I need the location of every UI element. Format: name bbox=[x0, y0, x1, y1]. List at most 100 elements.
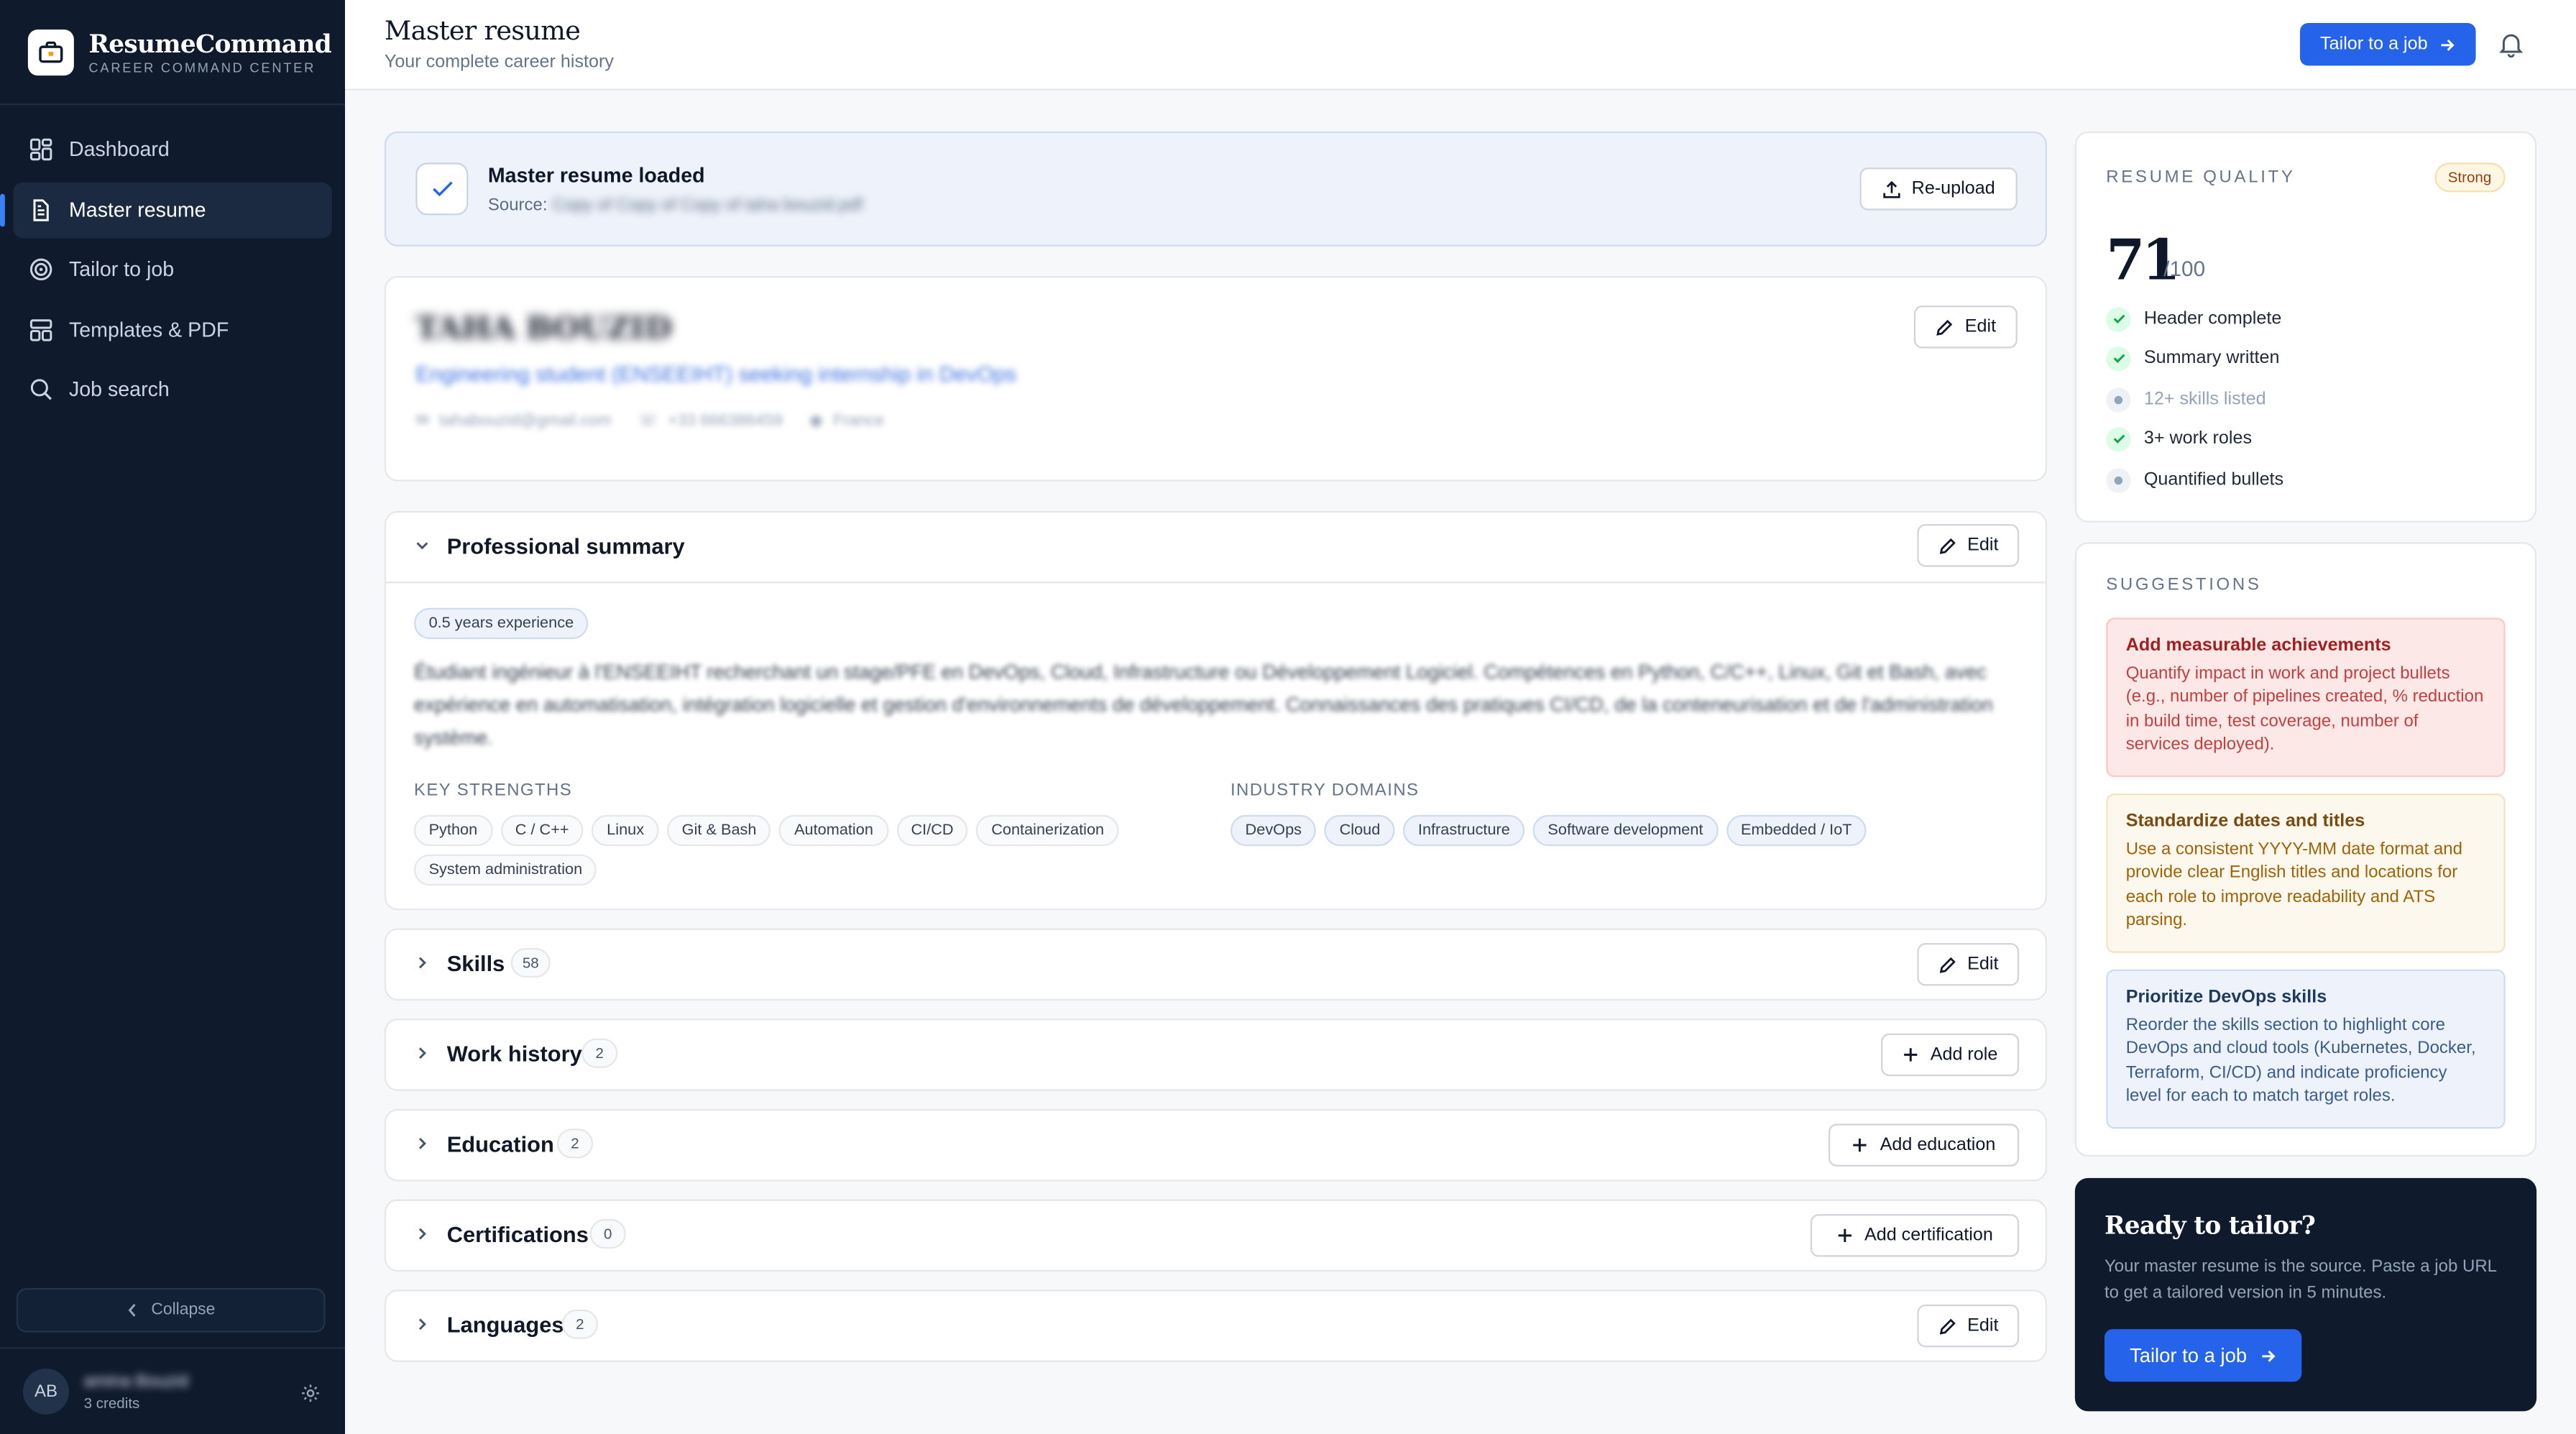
key-strengths-label: KEY STRENGTHS bbox=[413, 780, 573, 801]
tailor-to-job-button[interactable]: Tailor to a job bbox=[2299, 22, 2476, 66]
section-title: Education bbox=[446, 1131, 554, 1157]
certifications-section[interactable]: Certifications 0 Add certification bbox=[384, 1199, 2047, 1272]
edit-skills-button[interactable]: Edit bbox=[1917, 942, 2020, 986]
sidebar-item-label: Dashboard bbox=[68, 137, 170, 161]
sidebar-item-label: Job search bbox=[68, 377, 170, 401]
section-title: Languages bbox=[446, 1313, 564, 1338]
section-count: 2 bbox=[581, 1038, 618, 1068]
domain-chip: Software development bbox=[1532, 814, 1719, 847]
add-role-button[interactable]: Add role bbox=[1881, 1033, 2020, 1077]
phone-icon: ☏ bbox=[637, 412, 658, 431]
section-title: Skills bbox=[446, 951, 505, 976]
section-title: Work history bbox=[446, 1042, 582, 1067]
brand-subtitle: CAREER COMMAND CENTER bbox=[88, 60, 316, 75]
domain-chip: Infrastructure bbox=[1403, 814, 1525, 847]
search-icon bbox=[29, 378, 52, 401]
edit-label: Edit bbox=[1967, 954, 1999, 975]
gear-icon[interactable] bbox=[300, 1382, 320, 1411]
arrow-right-icon bbox=[2260, 1348, 2276, 1363]
domain-chip: Embedded / IoT bbox=[1726, 814, 1867, 847]
industry-domains-label: INDUSTRY DOMAINS bbox=[1230, 780, 1420, 801]
profile-card: TAHA BOUZID Engineering student (ENSEEIH… bbox=[384, 275, 2047, 482]
plus-icon bbox=[1903, 1047, 1919, 1063]
edit-languages-button[interactable]: Edit bbox=[1917, 1304, 2020, 1348]
education-section[interactable]: Education 2 Add education bbox=[384, 1108, 2047, 1182]
collapse-label: Collapse bbox=[151, 1301, 216, 1320]
chevron-down-icon bbox=[414, 537, 431, 553]
resume-loaded-banner: Master resume loaded Source: Copy of Cop… bbox=[384, 131, 2047, 247]
suggestions-label: SUGGESTIONS bbox=[2106, 574, 2262, 595]
strength-chip: System administration bbox=[413, 854, 597, 886]
strength-chip: Git & Bash bbox=[667, 814, 772, 847]
tailor-to-job-button[interactable]: Tailor to a job bbox=[2104, 1329, 2302, 1382]
quality-item-label: Header complete bbox=[2143, 308, 2282, 329]
edit-label: Edit bbox=[1967, 536, 1999, 556]
source-label: Source: bbox=[487, 195, 548, 216]
edit-profile-button[interactable]: Edit bbox=[1913, 305, 2018, 349]
quality-item-label: 12+ skills listed bbox=[2143, 389, 2266, 410]
domain-chips: DevOps Cloud Infrastructure Software dev… bbox=[1230, 814, 2019, 847]
pencil-icon bbox=[1938, 536, 1956, 554]
quality-item: Header complete bbox=[2106, 305, 2281, 332]
sidebar-nav: Dashboard Master resume Tailor to job Te… bbox=[0, 105, 345, 438]
work-history-section[interactable]: Work history 2 Add role bbox=[384, 1019, 2047, 1091]
avatar: AB bbox=[22, 1368, 69, 1415]
pencil-icon bbox=[1936, 318, 1954, 336]
add-certification-button[interactable]: Add certification bbox=[1810, 1214, 2020, 1257]
edit-summary-button[interactable]: Edit bbox=[1917, 524, 2020, 567]
skills-section[interactable]: Skills 58 Edit bbox=[384, 928, 2047, 1001]
reupload-button[interactable]: Re-upload bbox=[1859, 167, 2018, 211]
tailor-label: Tailor to a job bbox=[2129, 1343, 2248, 1367]
sidebar-item-master-resume[interactable]: Master resume bbox=[0, 181, 332, 238]
suggestion-item[interactable]: Standardize dates and titles Use a consi… bbox=[2106, 793, 2506, 953]
chevron-right-icon bbox=[414, 1045, 431, 1062]
quality-item-label: Quantified bullets bbox=[2143, 469, 2284, 490]
suggestion-title: Add measurable achievements bbox=[2125, 635, 2391, 656]
suggestion-body: Reorder the skills section to highlight … bbox=[2125, 1015, 2476, 1106]
sidebar-item-tailor-to-job[interactable]: Tailor to job bbox=[13, 242, 331, 298]
brand[interactable]: ResumeCommand CAREER COMMAND CENTER bbox=[0, 0, 345, 106]
resume-quality-card: RESUME QUALITY Strong 71 /100 Header com… bbox=[2074, 131, 2537, 523]
loaded-title: Master resume loaded bbox=[487, 164, 705, 188]
check-icon bbox=[415, 162, 469, 216]
strength-chip: CI/CD bbox=[896, 814, 969, 847]
user-credits: 3 credits bbox=[83, 1394, 140, 1412]
dashboard-icon bbox=[29, 138, 52, 161]
bell-icon[interactable] bbox=[2499, 31, 2524, 65]
plus-icon bbox=[1852, 1137, 1869, 1154]
section-count: 58 bbox=[510, 947, 551, 978]
domain-chip: Cloud bbox=[1325, 814, 1395, 847]
add-certification-label: Add certification bbox=[1864, 1226, 1993, 1246]
suggestion-title: Standardize dates and titles bbox=[2125, 812, 2365, 832]
add-education-button[interactable]: Add education bbox=[1828, 1123, 2020, 1167]
suggestions-card: SUGGESTIONS Add measurable achievements … bbox=[2074, 542, 2537, 1157]
sidebar-item-templates[interactable]: Templates & PDF bbox=[13, 301, 331, 357]
add-education-label: Add education bbox=[1880, 1135, 1996, 1155]
upload-icon bbox=[1882, 180, 1900, 198]
quality-label: RESUME QUALITY bbox=[2106, 167, 2296, 188]
suggestion-item[interactable]: Prioritize DevOps skills Reorder the ski… bbox=[2106, 969, 2506, 1129]
suggestion-title: Prioritize DevOps skills bbox=[2125, 987, 2327, 1008]
page-title: Master resume bbox=[384, 14, 581, 46]
section-header[interactable]: Professional summary Edit bbox=[386, 513, 2046, 583]
chevron-right-icon bbox=[414, 1135, 431, 1152]
location-icon: ◉ bbox=[809, 412, 824, 431]
sidebar-item-dashboard[interactable]: Dashboard bbox=[13, 121, 331, 178]
sidebar-item-label: Tailor to job bbox=[68, 257, 175, 281]
collapse-button[interactable]: Collapse bbox=[16, 1287, 326, 1333]
target-icon bbox=[29, 258, 52, 281]
suggestion-item[interactable]: Add measurable achievements Quantify imp… bbox=[2106, 617, 2506, 778]
sidebar-item-job-search[interactable]: Job search bbox=[13, 362, 331, 418]
quality-item: Summary written bbox=[2106, 345, 2279, 372]
user-menu[interactable]: AB amina Bouzid 3 credits bbox=[0, 1347, 345, 1434]
pencil-icon bbox=[1938, 1317, 1956, 1335]
profile-location: France bbox=[833, 412, 885, 431]
languages-section[interactable]: Languages 2 Edit bbox=[384, 1290, 2047, 1362]
strength-chip: Linux bbox=[592, 814, 659, 847]
strength-chip: Python bbox=[413, 814, 492, 847]
top-header: Master resume Your complete career histo… bbox=[344, 0, 2576, 91]
quality-item: Quantified bullets bbox=[2106, 466, 2283, 493]
dot-icon bbox=[2106, 387, 2131, 412]
quality-item: 12+ skills listed bbox=[2106, 386, 2266, 413]
divider bbox=[386, 582, 2046, 584]
